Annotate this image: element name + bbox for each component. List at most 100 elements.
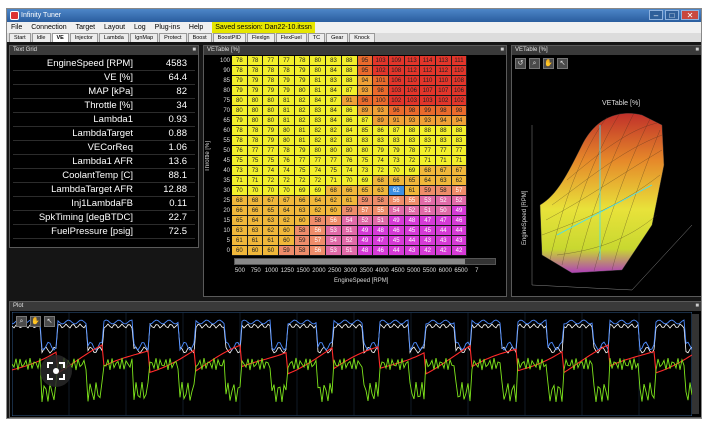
ve-table-cell[interactable]: 72	[263, 176, 280, 186]
ve-table-cell[interactable]: 45	[420, 226, 436, 236]
ve-table-cell[interactable]: 78	[247, 56, 264, 66]
ve-table-cell[interactable]: 87	[388, 126, 405, 136]
ve-table-cell[interactable]: 57	[357, 206, 374, 216]
menu-plugins[interactable]: Plug-ins	[155, 22, 180, 33]
ve-table-cell[interactable]: 61	[247, 236, 264, 246]
ve-table-cell[interactable]: 61	[263, 236, 280, 246]
ve-table-cell[interactable]: 108	[388, 66, 405, 76]
ve-table-cell[interactable]: 77	[420, 146, 436, 156]
ve-table-cell[interactable]: 84	[326, 116, 342, 126]
menu-connection[interactable]: Connection	[31, 22, 66, 33]
ve-table-cell[interactable]: 60	[326, 206, 342, 216]
ve-table-cell[interactable]: 59	[279, 246, 295, 256]
ve-table-cell[interactable]: 60	[279, 226, 295, 236]
ve-table-cell[interactable]: 107	[420, 86, 436, 96]
ve-table-cell[interactable]: 106	[404, 86, 421, 96]
ve-table-cell[interactable]: 42	[451, 246, 468, 256]
ve-table-cell[interactable]: 81	[294, 136, 311, 146]
ve-table-cell[interactable]: 80	[310, 66, 327, 76]
ve-table-cell[interactable]: 79	[279, 76, 295, 86]
ve-table-cell[interactable]: 63	[294, 206, 311, 216]
ve-table-cell[interactable]: 76	[279, 156, 295, 166]
ve-table-cell[interactable]: 91	[388, 116, 405, 126]
ve-table-cell[interactable]: 93	[404, 116, 421, 126]
ve-table-cell[interactable]: 81	[279, 116, 295, 126]
ve-table-cell[interactable]: 72	[279, 176, 295, 186]
ve-table-cell[interactable]: 69	[357, 176, 374, 186]
ve-table-cell[interactable]: 80	[263, 116, 280, 126]
ve-table-cell[interactable]: 98	[373, 86, 389, 96]
ve-table-cell[interactable]: 52	[451, 196, 468, 206]
ve-table-cell[interactable]: 80	[279, 126, 295, 136]
ve-table-cell[interactable]: 76	[341, 156, 358, 166]
ve-table-cell[interactable]: 83	[357, 136, 374, 146]
ve-table-cell[interactable]: 55	[373, 206, 389, 216]
ve-table-cell[interactable]: 67	[279, 196, 295, 206]
ve-table-cell[interactable]: 55	[404, 196, 421, 206]
ve-table-cell[interactable]: 107	[435, 86, 452, 96]
ve-table-cell[interactable]: 81	[310, 86, 327, 96]
ve-table-cell[interactable]: 78	[263, 76, 280, 86]
tab-injector[interactable]: Injector	[69, 33, 98, 42]
ve-table-cell[interactable]: 48	[404, 216, 421, 226]
pan-hand-icon[interactable]: ✋	[543, 58, 554, 69]
ve-table-cell[interactable]: 86	[373, 126, 389, 136]
ve-table-cell[interactable]: 51	[420, 206, 436, 216]
ve-table-cell[interactable]: 78	[232, 56, 248, 66]
ve-table-cell[interactable]: 73	[232, 166, 248, 176]
ve-table-cell[interactable]: 43	[435, 236, 452, 246]
ve-table-cell[interactable]: 52	[435, 196, 452, 206]
ve-table-cell[interactable]: 83	[451, 136, 468, 146]
ve-table-cell[interactable]: 106	[451, 86, 468, 96]
ve-table-cell[interactable]: 51	[341, 226, 358, 236]
ve-table-cell[interactable]: 72	[294, 176, 311, 186]
ve-table-cell[interactable]: 102	[435, 96, 452, 106]
ve-table-cell[interactable]: 96	[388, 106, 405, 116]
ve-table-cell[interactable]: 43	[404, 246, 421, 256]
ve-table-cell[interactable]: 110	[451, 66, 468, 76]
ve-table-cell[interactable]: 103	[373, 56, 389, 66]
ve-table-cell[interactable]: 80	[263, 96, 280, 106]
ve-table-cell[interactable]: 80	[341, 146, 358, 156]
ve-table-cell[interactable]: 77	[310, 156, 327, 166]
ve-table-cell[interactable]: 109	[388, 56, 405, 66]
ve-table-cell[interactable]: 79	[294, 66, 311, 76]
ve-table-cell[interactable]: 68	[247, 196, 264, 206]
ve-table-cell[interactable]: 83	[326, 56, 342, 66]
ve-table-cell[interactable]: 71	[326, 176, 342, 186]
ve-table-cell[interactable]: 82	[310, 126, 327, 136]
ve-table-cell[interactable]: 48	[373, 226, 389, 236]
ve-table-cell[interactable]: 71	[435, 156, 452, 166]
ve-table-cell[interactable]: 83	[326, 76, 342, 86]
ve-table-cell[interactable]: 74	[341, 166, 358, 176]
ve-table-cell[interactable]: 60	[294, 216, 311, 226]
ve-table-cell[interactable]: 82	[294, 106, 311, 116]
pointer-icon[interactable]: ↖	[44, 316, 55, 327]
ve-table-cell[interactable]: 75	[326, 166, 342, 176]
ve-table-cell[interactable]: 79	[294, 76, 311, 86]
ve-table-cell[interactable]: 77	[294, 156, 311, 166]
ve-table-cell[interactable]: 78	[294, 56, 311, 66]
ve-table-cell[interactable]: 100	[373, 96, 389, 106]
ve-table-cell[interactable]: 68	[326, 186, 342, 196]
menu-help[interactable]: Help	[189, 22, 203, 33]
ve-table-cell[interactable]: 86	[341, 106, 358, 116]
ve-table-cell[interactable]: 83	[404, 136, 421, 146]
ve-table-cell[interactable]: 62	[263, 226, 280, 236]
ve-table-cell[interactable]: 63	[373, 186, 389, 196]
ve-table-cell[interactable]: 80	[247, 96, 264, 106]
ve-table-cell[interactable]: 77	[451, 146, 468, 156]
ve-table-cell[interactable]: 60	[232, 246, 248, 256]
ve-table-cell[interactable]: 61	[404, 186, 421, 196]
ve-table-cell[interactable]: 44	[451, 226, 468, 236]
ve-table-cell[interactable]: 85	[357, 126, 374, 136]
ve-table-cell[interactable]: 69	[404, 166, 421, 176]
ve-table-cell[interactable]: 74	[263, 166, 280, 176]
ve-table-cell[interactable]: 63	[232, 226, 248, 236]
ve-table-cell[interactable]: 84	[326, 66, 342, 76]
ve-table-cell[interactable]: 83	[388, 136, 405, 146]
ve-table-cell[interactable]: 44	[404, 236, 421, 246]
menu-log[interactable]: Log	[134, 22, 146, 33]
ve-table-cell[interactable]: 93	[357, 86, 374, 96]
panel-close-icon[interactable]: ■	[192, 46, 196, 55]
